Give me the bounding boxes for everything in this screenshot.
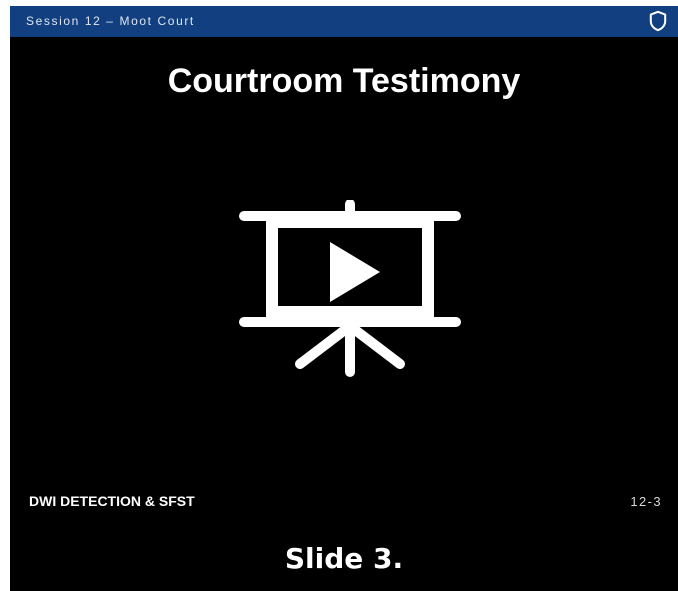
- session-header-bar: Session 12 – Moot Court: [10, 6, 678, 37]
- course-title: DWI DETECTION & SFST: [29, 493, 195, 509]
- slide-title: Courtroom Testimony: [167, 62, 521, 100]
- slide-number: 12-3: [630, 494, 662, 509]
- slide-caption: Slide 3.: [284, 542, 404, 575]
- shield-icon: [649, 10, 667, 32]
- video-presentation-icon[interactable]: [234, 200, 466, 380]
- slide-frame: Session 12 – Moot Court Courtroom Testim…: [10, 6, 678, 591]
- session-label: Session 12 – Moot Court: [26, 14, 195, 28]
